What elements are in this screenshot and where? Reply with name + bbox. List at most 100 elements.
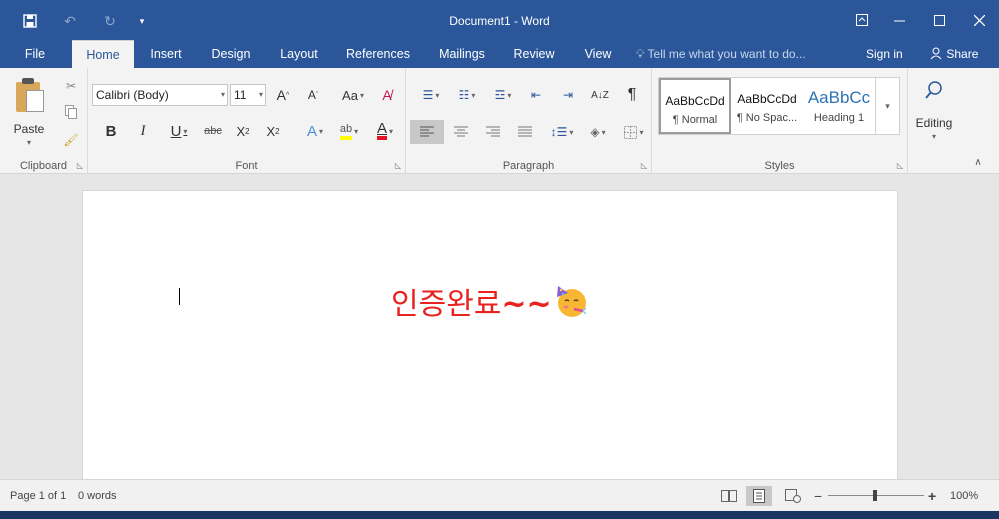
borders-icon[interactable] bbox=[618, 120, 650, 144]
collapse-ribbon-icon[interactable]: ∧ bbox=[968, 154, 988, 170]
document-text: 인증완료 bbox=[391, 287, 502, 322]
font-group-label: Font bbox=[235, 160, 258, 172]
tab-insert[interactable]: Insert bbox=[142, 40, 190, 68]
show-hide-pilcrow-button[interactable]: ¶ bbox=[620, 84, 644, 106]
grow-font-icon[interactable]: A ^ bbox=[272, 84, 294, 106]
tab-design[interactable]: Design bbox=[204, 40, 258, 68]
tab-home[interactable]: Home bbox=[72, 40, 134, 68]
align-center-icon[interactable] bbox=[448, 120, 474, 144]
style-normal[interactable]: AaBbCcDd ¶ Normal bbox=[659, 78, 731, 134]
styles-more-icon[interactable]: ▾ bbox=[876, 77, 900, 135]
ribbon-display-options-icon[interactable] bbox=[845, 0, 879, 40]
font-size-combo[interactable]: 11 ▾ bbox=[230, 84, 266, 106]
justify-icon[interactable] bbox=[512, 120, 538, 144]
lightbulb-icon: 💡︎ bbox=[636, 47, 645, 61]
highlighter-icon: ab bbox=[339, 122, 353, 140]
word-count[interactable]: 0 words bbox=[78, 480, 117, 512]
increase-indent-icon[interactable]: ⇥ bbox=[556, 84, 580, 106]
clipboard-icon bbox=[16, 78, 46, 114]
numbering-icon[interactable]: ☷ bbox=[450, 84, 484, 106]
line-spacing-icon[interactable]: ↕☰ bbox=[546, 120, 578, 144]
zoom-out-button[interactable]: − bbox=[814, 480, 822, 512]
styles-launcher-icon[interactable]: ◺ bbox=[897, 161, 903, 170]
search-icon bbox=[924, 80, 944, 103]
style-heading-1-name: Heading 1 bbox=[813, 112, 865, 124]
minimize-icon[interactable] bbox=[879, 0, 919, 40]
document-page[interactable]: 인증완료~~ bbox=[82, 190, 898, 480]
subscript-button[interactable]: X2 bbox=[232, 120, 254, 142]
tab-review[interactable]: Review bbox=[508, 40, 560, 68]
bullets-icon[interactable]: ☰ bbox=[414, 84, 448, 106]
paste-dropdown-icon: ▾ bbox=[26, 138, 31, 147]
font-size-value: 11 bbox=[234, 88, 247, 102]
zoom-in-button[interactable]: + bbox=[928, 480, 936, 512]
superscript-button[interactable]: X2 bbox=[262, 120, 284, 142]
editing-label: Editing bbox=[915, 116, 953, 130]
tab-layout[interactable]: Layout bbox=[272, 40, 326, 68]
font-name-combo[interactable]: Calibri (Body) ▾ bbox=[92, 84, 228, 106]
tab-file[interactable]: File bbox=[14, 40, 56, 68]
multilevel-list-icon[interactable]: ☲ bbox=[486, 84, 520, 106]
editing-group: Editing ▾ bbox=[908, 68, 958, 174]
tab-references[interactable]: References bbox=[342, 40, 414, 68]
tab-mailings[interactable]: Mailings bbox=[432, 40, 492, 68]
styles-group: AaBbCcDd ¶ Normal AaBbCcDd ¶ No Spac... … bbox=[652, 68, 908, 174]
paste-label: Paste bbox=[13, 122, 45, 136]
text-effects-icon[interactable]: A bbox=[300, 120, 330, 142]
style-no-spacing[interactable]: AaBbCcDd ¶ No Spac... bbox=[731, 78, 803, 134]
paragraph-group: ☰ ☷ ☲ ⇤ ⇥ A↓Z ¶ ↕☰ ◈ Paragraph bbox=[406, 68, 652, 174]
tell-me-search[interactable]: 💡︎ Tell me what you want to do... bbox=[636, 40, 806, 68]
decrease-indent-icon[interactable]: ⇤ bbox=[524, 84, 548, 106]
ribbon-tabs: File Home Insert Design Layout Reference… bbox=[0, 40, 999, 68]
font-color-button[interactable]: A bbox=[370, 120, 400, 142]
tab-view[interactable]: View bbox=[576, 40, 620, 68]
share-label: Share bbox=[946, 47, 979, 61]
title-bar: ↶ ↻ ▾ Document1 - Word bbox=[0, 0, 999, 40]
align-right-icon[interactable] bbox=[480, 120, 506, 144]
share-button[interactable]: Share bbox=[930, 40, 978, 68]
style-normal-name: ¶ Normal bbox=[672, 114, 718, 126]
document-text-line[interactable]: 인증완료~~ bbox=[391, 279, 588, 323]
document-area: 인증완료~~ bbox=[0, 175, 999, 480]
italic-button[interactable]: I bbox=[132, 120, 154, 142]
status-bar: Page 1 of 1 0 words − + 100% bbox=[0, 479, 999, 511]
paste-button[interactable]: Paste ▾ bbox=[8, 72, 50, 154]
sign-in-link[interactable]: Sign in bbox=[866, 40, 903, 68]
bold-button[interactable]: B bbox=[100, 120, 122, 142]
read-mode-icon[interactable] bbox=[716, 486, 742, 506]
clipboard-group-label: Clipboard bbox=[19, 160, 68, 172]
page-count[interactable]: Page 1 of 1 bbox=[10, 480, 66, 512]
font-color-icon: A bbox=[376, 121, 387, 140]
style-normal-sample: AaBbCcDd bbox=[665, 94, 725, 108]
text-cursor bbox=[179, 288, 180, 305]
strikethrough-button[interactable]: abc bbox=[200, 120, 226, 142]
styles-group-label: Styles bbox=[764, 160, 795, 172]
print-layout-icon[interactable] bbox=[746, 486, 772, 506]
font-launcher-icon[interactable]: ◺ bbox=[395, 161, 401, 170]
style-no-spacing-sample: AaBbCcDd bbox=[737, 92, 797, 106]
close-icon[interactable] bbox=[959, 0, 999, 40]
clipboard-launcher-icon[interactable]: ◺ bbox=[77, 161, 83, 170]
zoom-level[interactable]: 100% bbox=[950, 480, 978, 512]
shrink-font-icon[interactable]: Aˇ bbox=[302, 84, 324, 106]
maximize-icon[interactable] bbox=[919, 0, 959, 40]
zoom-slider-thumb[interactable] bbox=[873, 490, 877, 501]
window-controls bbox=[845, 0, 999, 40]
style-no-spacing-name: ¶ No Spac... bbox=[736, 112, 798, 124]
paragraph-launcher-icon[interactable]: ◺ bbox=[641, 161, 647, 170]
clear-formatting-icon[interactable]: A̸ bbox=[376, 84, 398, 106]
highlight-color-button[interactable]: ab bbox=[334, 120, 364, 142]
copy-icon[interactable] bbox=[60, 102, 82, 122]
shading-icon[interactable]: ◈ bbox=[582, 120, 614, 144]
sort-icon[interactable]: A↓Z bbox=[588, 84, 612, 106]
format-painter-icon[interactable]: 🖌︎ bbox=[60, 130, 82, 150]
font-name-value: Calibri (Body) bbox=[96, 88, 169, 102]
web-layout-icon[interactable] bbox=[780, 486, 806, 506]
change-case-button[interactable]: Aa bbox=[338, 84, 368, 106]
font-group: Calibri (Body)▾ 11▾ A^ Aˇ Aa A̸ B I U ab… bbox=[88, 68, 406, 174]
align-left-icon[interactable] bbox=[410, 120, 444, 144]
editing-button[interactable]: Editing ▾ bbox=[912, 74, 956, 154]
style-heading-1[interactable]: AaBbCc Heading 1 bbox=[803, 78, 875, 134]
cut-icon[interactable]: ✂ bbox=[60, 76, 82, 96]
underline-button[interactable]: U bbox=[164, 120, 194, 142]
